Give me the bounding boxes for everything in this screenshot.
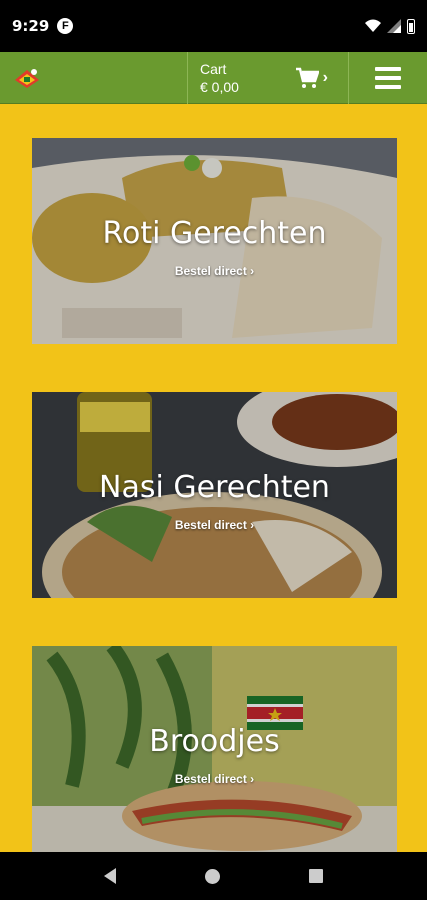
navigation-bar bbox=[0, 852, 427, 900]
recent-apps-icon[interactable] bbox=[308, 869, 323, 883]
cart-total: € 0,00 bbox=[200, 79, 239, 95]
category-card-roti[interactable]: Roti Gerechten Bestel direct › bbox=[32, 138, 397, 344]
menu-button[interactable] bbox=[349, 52, 427, 103]
back-icon[interactable] bbox=[104, 868, 117, 884]
category-card-nasi[interactable]: Nasi Gerechten Bestel direct › bbox=[32, 392, 397, 598]
cart-button[interactable]: Cart € 0,00 › bbox=[188, 52, 349, 104]
cart-icon bbox=[295, 67, 319, 88]
category-card-broodjes[interactable]: Broodjes Bestel direct › bbox=[32, 646, 397, 852]
order-now-link[interactable]: Bestel direct › bbox=[32, 518, 397, 532]
card-title: Broodjes bbox=[149, 724, 280, 759]
wifi-icon bbox=[365, 19, 381, 32]
signal-icon bbox=[387, 19, 401, 33]
battery-icon bbox=[407, 18, 415, 34]
status-time: 9:29 bbox=[12, 17, 50, 35]
cart-icon-group: › bbox=[295, 67, 328, 89]
home-icon[interactable] bbox=[204, 868, 220, 884]
app-header: Cart € 0,00 › bbox=[0, 52, 427, 104]
card-title: Nasi Gerechten bbox=[99, 470, 330, 505]
chevron-right-icon: › bbox=[322, 69, 328, 86]
order-now-link[interactable]: Bestel direct › bbox=[32, 772, 397, 786]
notification-icon: F bbox=[57, 18, 74, 34]
status-bar: 9:29 F bbox=[0, 0, 427, 52]
cart-info: Cart € 0,00 bbox=[200, 60, 239, 96]
logo-icon bbox=[15, 69, 39, 88]
card-title: Roti Gerechten bbox=[102, 216, 327, 251]
cart-label: Cart bbox=[200, 61, 227, 77]
logo-button[interactable] bbox=[0, 52, 188, 104]
status-indicators bbox=[365, 18, 415, 34]
hamburger-menu-icon bbox=[375, 66, 401, 89]
order-now-link[interactable]: Bestel direct › bbox=[32, 264, 397, 278]
